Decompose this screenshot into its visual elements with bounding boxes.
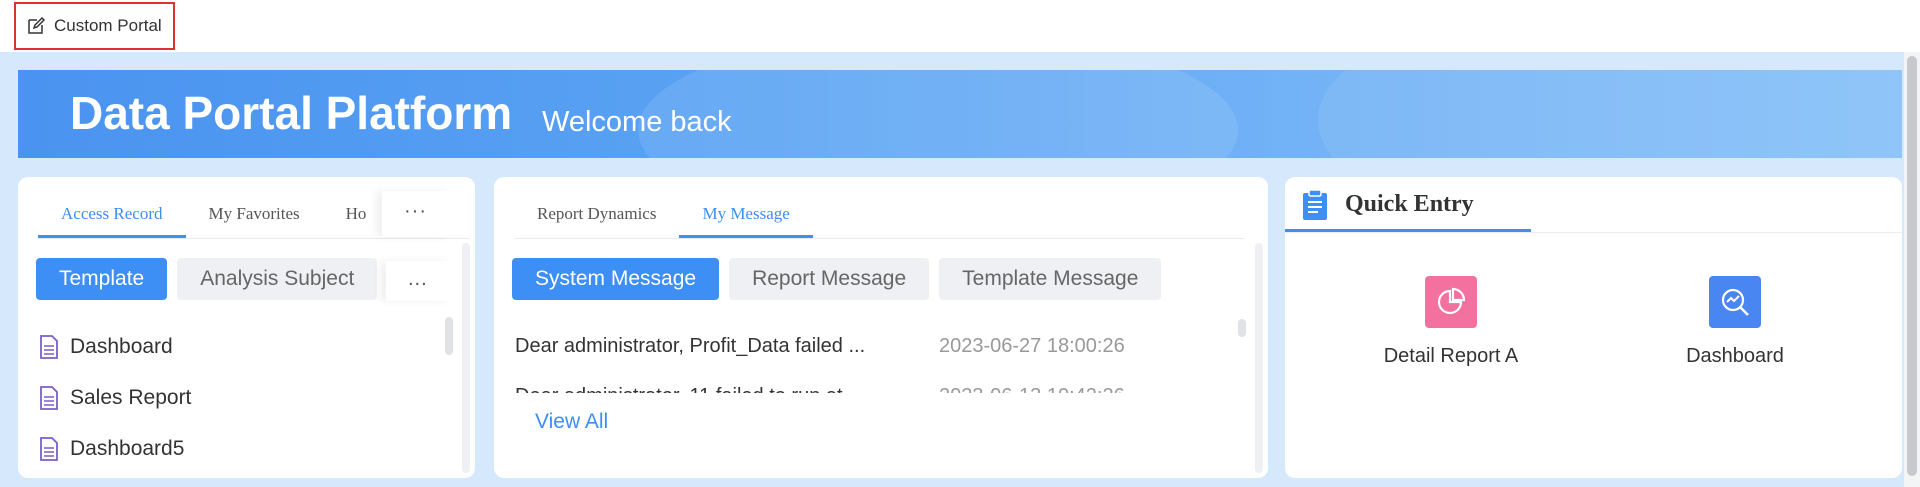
access-filter-pills: Template Analysis Subject — [36, 258, 378, 300]
list-item[interactable]: Sales Report — [38, 372, 191, 423]
page-scrollbar-thumb[interactable] — [1907, 56, 1917, 476]
message-card: Report Dynamics My Message System Messag… — [494, 177, 1268, 478]
document-icon — [40, 385, 58, 410]
custom-portal-label: Custom Portal — [54, 16, 162, 35]
list-item[interactable]: Dashboard5 — [38, 423, 191, 474]
banner-subtitle: Welcome back — [542, 106, 732, 138]
document-icon — [40, 334, 58, 359]
list-item-label: Sales Report — [70, 385, 192, 409]
message-item[interactable]: Dear administrator, 11 failed to run at … — [515, 371, 1235, 394]
list-item-label: Dashboard — [70, 334, 173, 358]
message-scrollbar-thumb[interactable] — [1238, 319, 1246, 337]
entry-detail-report-a[interactable]: Detail Report A — [1351, 276, 1551, 368]
clipboard-icon — [1303, 189, 1327, 220]
top-toolbar: Custom Portal — [0, 0, 1920, 52]
edit-icon — [26, 16, 46, 36]
quick-entry-tab-indicator — [1285, 229, 1531, 232]
tab-history[interactable]: Ho — [323, 191, 367, 238]
message-list: Dear administrator, Profit_Data failed .… — [515, 321, 1235, 394]
pie-chart-icon — [1425, 276, 1477, 328]
pill-analysis-subject[interactable]: Analysis Subject — [177, 258, 378, 300]
custom-portal-button[interactable]: Custom Portal — [14, 2, 175, 50]
list-scrollbar[interactable] — [462, 243, 470, 473]
entry-label: Dashboard — [1686, 345, 1784, 367]
access-record-card: Access Record My Favorites Ho ··· Templa… — [18, 177, 475, 478]
tab-my-favorites[interactable]: My Favorites — [186, 191, 323, 238]
quick-entry-card: Quick Entry Detail Report A Dashboard — [1285, 177, 1902, 478]
tab-report-dynamics[interactable]: Report Dynamics — [514, 191, 679, 238]
document-icon — [40, 436, 58, 461]
message-tabs: Report Dynamics My Message — [514, 191, 1244, 239]
pills-more-button[interactable]: ... — [386, 261, 452, 301]
pill-template[interactable]: Template — [36, 258, 168, 300]
message-text: Dear administrator, Profit_Data failed .… — [515, 334, 866, 357]
message-scrollbar[interactable] — [1255, 243, 1263, 473]
list-item[interactable]: Dashboard — [38, 321, 191, 372]
welcome-banner: Data Portal Platform Welcome back — [18, 70, 1902, 158]
list-scrollbar-thumb[interactable] — [445, 317, 453, 355]
pill-template-message[interactable]: Template Message — [939, 258, 1162, 300]
message-time: 2023-06-27 18:00:26 — [939, 334, 1125, 357]
quick-entry-title: Quick Entry — [1345, 191, 1474, 217]
message-item[interactable]: Dear administrator, Profit_Data failed .… — [515, 321, 1235, 371]
quick-entry-header: Quick Entry — [1285, 177, 1902, 233]
tab-access-record[interactable]: Access Record — [38, 191, 186, 238]
pill-system-message[interactable]: System Message — [512, 258, 720, 300]
entry-label: Detail Report A — [1383, 345, 1519, 367]
list-item-label: Dashboard5 — [70, 436, 185, 460]
message-text: Dear administrator, 11 failed to run at … — [515, 385, 907, 394]
view-all-link[interactable]: View All — [535, 410, 608, 434]
search-chart-icon — [1709, 276, 1761, 328]
banner-title: Data Portal Platform — [70, 87, 513, 139]
message-time: 2023-06-13 10:42:26 — [939, 385, 1125, 394]
banner-decoration — [1318, 70, 1902, 158]
message-filter-pills: System Message Report Message Template M… — [512, 258, 1162, 300]
tab-my-message[interactable]: My Message — [679, 191, 813, 238]
tabs-more-button[interactable]: ··· — [382, 191, 452, 237]
entry-dashboard[interactable]: Dashboard — [1635, 276, 1835, 368]
pill-report-message[interactable]: Report Message — [729, 258, 930, 300]
access-record-list: Dashboard Sales Report Dashboard5 — [38, 321, 191, 474]
